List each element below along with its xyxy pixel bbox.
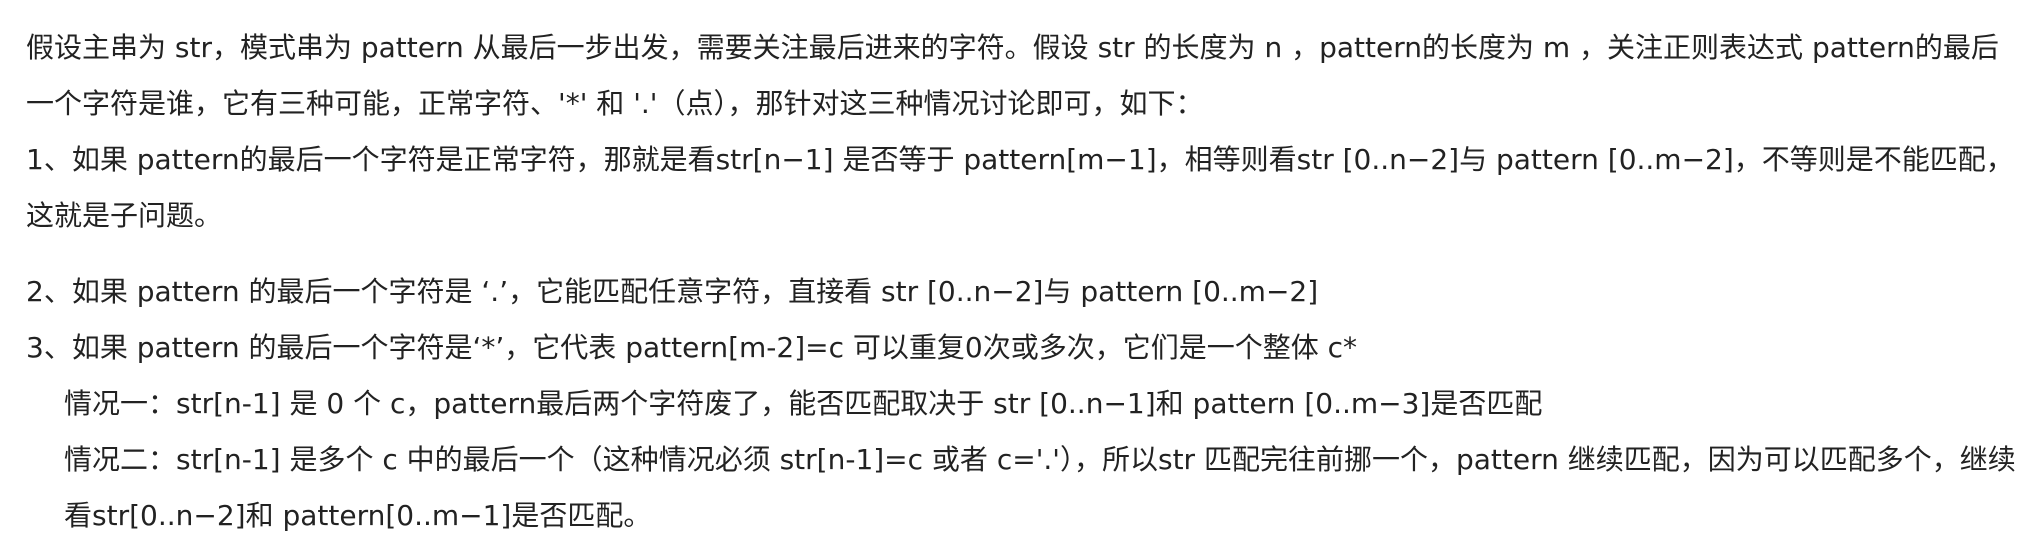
case-3-situation-1: 情况一：str[n-1] 是 0 个 c，pattern最后两个字符废了，能否匹… [64, 387, 1543, 420]
case-2-paragraph: 2、如果 pattern 的最后一个字符是 ‘.’，它能匹配任意字符，直接看 s… [26, 275, 1319, 308]
case-3-situation-2: 情况二：str[n-1] 是多个 c 中的最后一个（这种情况必须 str[n-1… [64, 443, 2016, 532]
case-3-paragraph: 3、如果 pattern 的最后一个字符是‘*’，它代表 pattern[m-2… [26, 331, 1357, 364]
intro-paragraph: 假设主串为 str，模式串为 pattern 从最后一步出发，需要关注最后进来的… [26, 31, 1999, 120]
article-body: 假设主串为 str，模式串为 pattern 从最后一步出发，需要关注最后进来的… [0, 0, 2042, 550]
case-1-paragraph: 1、如果 pattern的最后一个字符是正常字符，那就是看str[n−1] 是否… [26, 143, 2014, 232]
